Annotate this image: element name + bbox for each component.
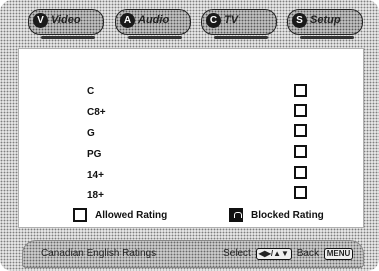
audio-icon: A — [120, 13, 135, 28]
tab-video-label: Video — [51, 14, 81, 26]
back-hint-label: Back — [296, 248, 319, 259]
menu-key-icon: MENU — [323, 248, 354, 260]
menu-tab-bar: V Video A Audio C TV S Setup — [8, 3, 371, 43]
tab-audio[interactable]: A Audio — [115, 9, 191, 39]
allowed-rating-label: Allowed Rating — [95, 210, 168, 221]
menu-title: Canadian English Ratings — [41, 248, 157, 259]
blocked-rating-lock-icon — [229, 208, 243, 222]
allowed-rating-icon — [73, 208, 87, 222]
rating-label-pg: PG — [87, 149, 102, 160]
tv-icon: C — [206, 13, 221, 28]
rating-checkbox-c[interactable] — [294, 84, 307, 97]
navigation-hint: Select ◀▶/▲▼ Back MENU — [223, 248, 355, 260]
rating-label-g: G — [87, 128, 95, 139]
rating-label-14: 14+ — [87, 170, 104, 181]
tab-tv[interactable]: C TV — [201, 9, 277, 39]
tab-audio-label: Audio — [138, 14, 170, 26]
select-hint-label: Select — [223, 248, 251, 259]
rating-label-c: C — [87, 86, 95, 97]
bottom-help-bar: Canadian English Ratings Select ◀▶/▲▼ Ba… — [22, 240, 364, 268]
blocked-rating-label: Blocked Rating — [251, 210, 324, 221]
rating-checkbox-18[interactable] — [294, 186, 307, 199]
arrow-keys-icon: ◀▶/▲▼ — [255, 248, 292, 260]
tab-tv-label: TV — [224, 14, 239, 26]
tab-video[interactable]: V Video — [28, 9, 104, 39]
tab-setup[interactable]: S Setup — [287, 9, 363, 39]
rating-checkbox-c8[interactable] — [294, 104, 307, 117]
ratings-panel: C C8+ G PG 14+ 18+ Allowed Rating Blocke… — [18, 48, 364, 228]
video-icon: V — [33, 13, 48, 28]
rating-checkbox-14[interactable] — [294, 166, 307, 179]
setup-icon: S — [292, 13, 307, 28]
tab-setup-label: Setup — [310, 14, 341, 26]
rating-label-18: 18+ — [87, 190, 104, 201]
tv-menu-screen: V Video A Audio C TV S Setup C C8+ G PG … — [0, 0, 379, 271]
rating-label-c8: C8+ — [87, 107, 106, 118]
rating-checkbox-g[interactable] — [294, 124, 307, 137]
rating-checkbox-pg[interactable] — [294, 145, 307, 158]
